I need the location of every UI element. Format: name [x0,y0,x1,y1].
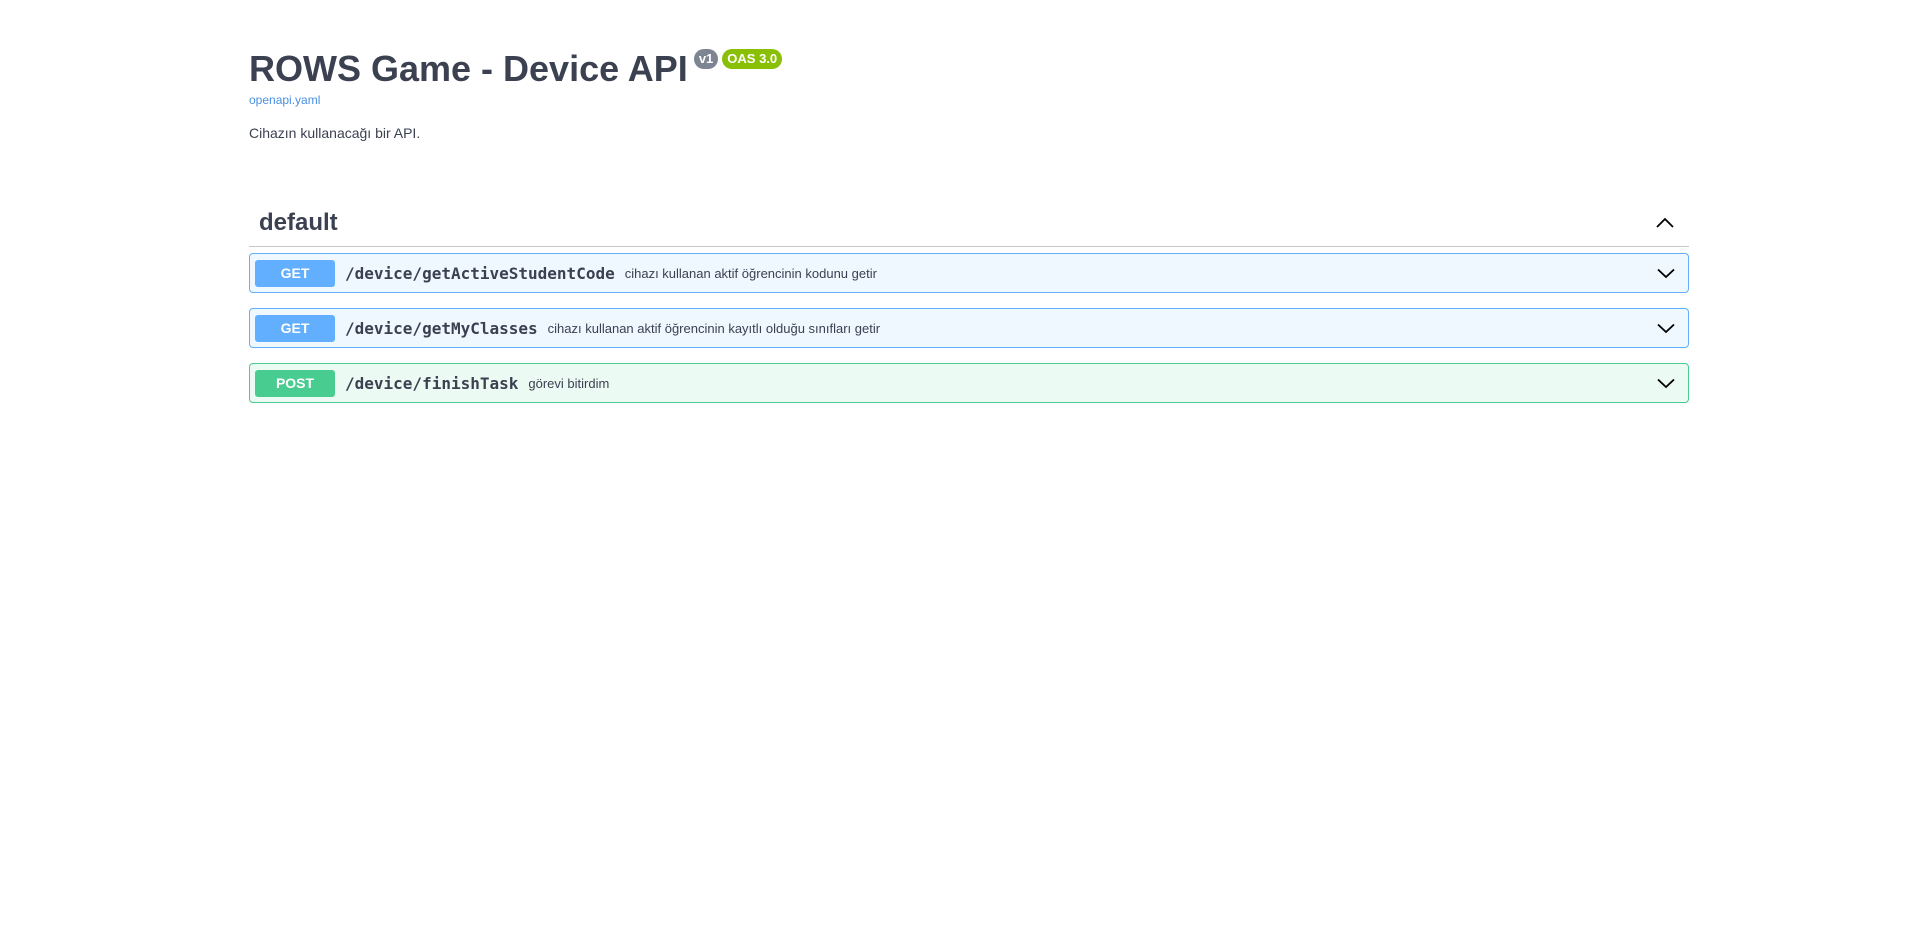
section-header[interactable]: default [249,199,1689,247]
title-row: ROWS Game - Device API v1 OAS 3.0 [249,47,1689,91]
operation-path: /device/getMyClasses [345,318,538,338]
chevron-down-icon[interactable] [1656,263,1676,283]
operation-summary: cihazı kullanan aktif öğrencinin kayıtlı… [547,320,881,336]
chevron-down-icon-svg [1657,378,1675,388]
operation-get-my-classes[interactable]: GET /device/getMyClasses cihazı kullanan… [249,308,1689,348]
operation-summary: cihazı kullanan aktif öğrencinin kodunu … [624,265,877,281]
oas-badge: OAS 3.0 [722,49,783,69]
api-title: ROWS Game - Device API [249,48,688,89]
chevron-up-icon[interactable] [1653,211,1677,235]
version-badge: v1 [693,49,719,69]
chevron-down-icon-svg [1657,268,1675,278]
method-badge: GET [255,259,335,287]
operation-post-finish-task[interactable]: POST /device/finishTask görevi bitirdim [249,363,1689,403]
operations-section-default: default GET /device/getActiveStudentCode… [249,199,1689,403]
method-badge: POST [255,369,335,397]
operation-get-active-student-code[interactable]: GET /device/getActiveStudentCode cihazı … [249,253,1689,293]
api-info: ROWS Game - Device API v1 OAS 3.0 openap… [249,0,1689,142]
method-badge: GET [255,314,335,342]
chevron-down-icon[interactable] [1656,318,1676,338]
chevron-down-icon[interactable] [1656,373,1676,393]
spec-link[interactable]: openapi.yaml [249,93,1689,108]
section-title: default [259,208,338,236]
operation-path: /device/getActiveStudentCode [345,263,615,283]
api-description: Cihazın kullanacağı bir API. [249,125,421,141]
operation-summary: görevi bitirdim [528,375,610,391]
operation-path: /device/finishTask [345,373,519,393]
chevron-up-icon-svg [1656,217,1674,228]
chevron-down-icon-svg [1657,323,1675,333]
